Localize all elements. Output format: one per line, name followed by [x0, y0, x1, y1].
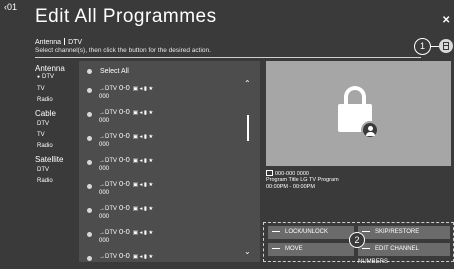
user-badge-icon [361, 121, 379, 139]
channel-name: 000 [99, 142, 110, 148]
channel-status-icons: ▣ ◂ ▮ ★ [132, 134, 154, 140]
channel-status-icons: ▣ ◂ ▮ ★ [132, 158, 154, 164]
sidebar-item-cable-radio[interactable]: Radio [37, 143, 53, 149]
channel-preview [266, 61, 451, 166]
sidebar-item-cable-dtv[interactable]: DTV [37, 121, 49, 127]
channel-list-button[interactable] [439, 39, 453, 53]
header-divider [35, 57, 421, 58]
channel-status-icons: ▣ ◂ ▮ ★ [132, 206, 154, 212]
channel-checkbox[interactable] [87, 232, 92, 237]
channel-checkbox[interactable] [87, 136, 92, 141]
close-icon[interactable]: ✕ [442, 15, 450, 26]
page-title: Edit All Programmes [35, 6, 217, 27]
scroll-down-icon[interactable]: ⌄ [244, 247, 251, 256]
move-label: MOVE [285, 246, 303, 252]
select-all-label[interactable]: Select All [100, 68, 129, 75]
scroll-up-icon[interactable]: ⌃ [244, 79, 251, 88]
channel-type: →DTV [99, 206, 117, 212]
callout-line-1 [430, 46, 439, 47]
lock-unlock-label: LOCK/UNLOCK [285, 229, 329, 235]
tv-icon [266, 170, 273, 176]
channel-checkbox[interactable] [87, 112, 92, 117]
edit-channel-numbers-button[interactable]: EDIT CHANNEL NUMBERS [358, 243, 450, 265]
channel-row[interactable]: →DTV0-0▣ ◂ ▮ ★ 000 [79, 129, 244, 153]
select-all-checkbox[interactable] [87, 69, 92, 74]
sidebar-group-cable[interactable]: Cable [35, 109, 56, 118]
callout-marker-2: 2 [349, 232, 365, 248]
channel-name: 000 [99, 214, 110, 220]
channel-checkbox[interactable] [87, 256, 92, 261]
preview-program-title: Program Title LG TV Program [266, 177, 339, 183]
button-dash-icon [272, 247, 280, 250]
channel-name: 000 [99, 94, 110, 100]
channel-type: →DTV [99, 86, 117, 92]
button-dash-icon [362, 247, 370, 250]
channel-number: 0-0 [119, 251, 130, 260]
channel-row[interactable]: →DTV0-0▣ ◂ ▮ ★ 000 [79, 153, 244, 177]
sidebar-group-satellite[interactable]: Satellite [35, 155, 63, 164]
channel-checkbox[interactable] [87, 208, 92, 213]
channel-number: 0-0 [119, 83, 130, 92]
channel-row[interactable]: →DTV0-0▣ ◂ ▮ ★ 000 [79, 177, 244, 201]
channel-row[interactable]: →DTV0-0▣ ◂ ▮ ★ 000 [79, 225, 244, 249]
breadcrumb-separator [64, 38, 66, 45]
scrollbar-thumb[interactable] [247, 115, 249, 141]
channel-checkbox[interactable] [87, 160, 92, 165]
channel-list-icon [443, 42, 449, 50]
sidebar-item-antenna-radio[interactable]: Radio [37, 97, 53, 103]
button-dash-icon [272, 230, 280, 233]
channel-number: 0-0 [119, 107, 130, 116]
channel-row[interactable]: →DTV0-0▣ ◂ ▮ ★ 000 [79, 201, 244, 225]
lock-unlock-button[interactable]: LOCK/UNLOCK [268, 226, 354, 239]
sidebar-item-cable-tv[interactable]: TV [37, 132, 45, 138]
callout-marker-1: 1 [414, 38, 431, 55]
channel-type: →DTV [99, 182, 117, 188]
sidebar-group-antenna[interactable]: Antenna [35, 64, 65, 73]
channel-type: →DTV [99, 158, 117, 164]
preview-program-time: 00:00PM - 00:00PM [266, 184, 315, 190]
channel-type: →DTV [99, 230, 117, 236]
move-button[interactable]: MOVE [268, 243, 354, 256]
breadcrumb: Antenna DTV [35, 38, 82, 46]
channel-status-icons: ▣ ◂ ▮ ★ [132, 254, 154, 260]
channel-type: →DTV [99, 110, 117, 116]
skip-restore-label: SKIP/RESTORE [375, 229, 420, 235]
channel-row[interactable]: →DTV0-0▣ ◂ ▮ ★ 000 [79, 105, 244, 129]
sidebar-item-antenna-tv[interactable]: TV [37, 86, 45, 92]
channel-type: →DTV [99, 134, 117, 140]
channel-status-icons: ▣ ◂ ▮ ★ [132, 110, 154, 116]
channel-row[interactable]: →DTV0-0▣ ◂ ▮ ★ 000 [79, 249, 244, 262]
sidebar-item-satellite-radio[interactable]: Radio [37, 178, 53, 184]
channel-list: Select All →DTV 0-0 ▣ ◂ ▮ ★ 000 →DTV 0-0 ▣ ◂… [79, 61, 260, 262]
instruction-text: Select channel(s), then click the button… [35, 47, 211, 54]
channel-checkbox[interactable] [87, 88, 92, 93]
breadcrumb-item-dtv: DTV [68, 39, 83, 46]
channel-type: →DTV [99, 254, 117, 260]
channel-name: 000 [99, 166, 110, 172]
skip-restore-button[interactable]: SKIP/RESTORE [358, 226, 450, 239]
channel-number: 0-0 [119, 179, 130, 188]
preview-channel-info: 000-000 0000 [266, 170, 309, 177]
channel-status-icons: ▣ ◂ ▮ ★ [132, 86, 154, 92]
channel-row[interactable]: →DTV0-0▣ ◂ ▮ ★ 000 [79, 81, 244, 105]
channel-name: 000 [99, 118, 110, 124]
back-button[interactable]: ‹01 [4, 2, 17, 12]
channel-status-icons: ▣ ◂ ▮ ★ [132, 182, 154, 188]
breadcrumb-item-antenna: Antenna [35, 39, 62, 46]
channel-checkbox[interactable] [87, 184, 92, 189]
button-dash-icon [362, 230, 370, 233]
channel-name: 000 [99, 238, 110, 244]
sidebar-item-satellite-dtv[interactable]: DTV [37, 167, 49, 173]
channel-status-icons: ▣ ◂ ▮ ★ [132, 230, 154, 236]
channel-number: 0-0 [119, 131, 130, 140]
channel-number: 0-0 [119, 203, 130, 212]
sidebar-item-antenna-dtv[interactable]: DTV [37, 74, 54, 80]
channel-number: 0-0 [119, 155, 130, 164]
channel-name: 000 [99, 190, 110, 196]
channel-number: 0-0 [119, 227, 130, 236]
